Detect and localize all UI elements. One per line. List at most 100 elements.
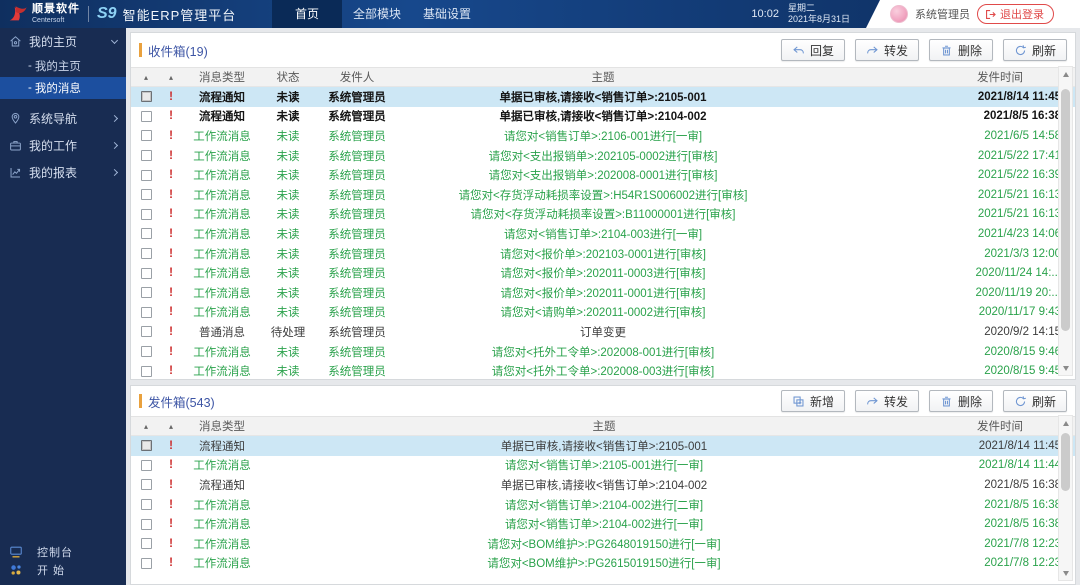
- sidebar-item-my-reports[interactable]: 我的报表: [0, 159, 126, 186]
- message-row[interactable]: !工作流消息未读系统管理员请您对<托外工令单>:202008-001进行[审核]…: [131, 342, 1075, 362]
- nav-tab-basic-settings[interactable]: 基础设置: [412, 0, 482, 28]
- column-header-subject[interactable]: 主题: [263, 418, 945, 434]
- column-header-sender[interactable]: 发件人: [313, 69, 401, 85]
- delete-button[interactable]: 删除: [929, 390, 993, 412]
- priority-flag-icon: !: [161, 150, 181, 162]
- row-checkbox[interactable]: [141, 499, 152, 510]
- message-row[interactable]: !工作流消息未读系统管理员请您对<报价单>:202103-0001进行[审核]2…: [131, 244, 1075, 264]
- column-header-time[interactable]: 发件时间: [945, 69, 1075, 85]
- column-header-status[interactable]: 状态: [263, 69, 313, 85]
- message-row[interactable]: !工作流消息未读系统管理员请您对<托外工令单>:202008-003进行[审核]…: [131, 361, 1075, 381]
- row-checkbox[interactable]: [141, 307, 152, 318]
- row-checkbox[interactable]: [141, 366, 152, 377]
- message-row[interactable]: !流程通知单据已审核,请接收<销售订单>:2105-0012021/8/14 1…: [131, 436, 1075, 456]
- sidebar-item-my-work[interactable]: 我的工作: [0, 132, 126, 159]
- scroll-up-icon[interactable]: [1059, 416, 1072, 430]
- row-checkbox[interactable]: [141, 460, 152, 471]
- forward-button[interactable]: 转发: [855, 39, 919, 61]
- message-row[interactable]: !工作流消息请您对<BOM维护>:PG2648019150进行[一审]2021/…: [131, 534, 1075, 554]
- row-checkbox[interactable]: [141, 150, 152, 161]
- console-label: 控制台: [37, 544, 73, 560]
- message-time: 2020/11/24 14:...: [945, 267, 1075, 279]
- row-checkbox[interactable]: [141, 189, 152, 200]
- message-row[interactable]: !工作流消息未读系统管理员请您对<销售订单>:2106-001进行[一审]202…: [131, 126, 1075, 146]
- row-checkbox[interactable]: [141, 170, 152, 181]
- message-row[interactable]: !工作流消息未读系统管理员请您对<存货浮动耗损率设置>:B11000001进行[…: [131, 205, 1075, 225]
- message-sender: 系统管理员: [313, 344, 401, 360]
- scroll-thumb[interactable]: [1061, 89, 1070, 331]
- sort-icon[interactable]: ▴: [144, 422, 148, 431]
- message-sender: 系统管理员: [313, 148, 401, 164]
- outbox-scrollbar[interactable]: [1058, 415, 1073, 581]
- scroll-down-icon[interactable]: [1059, 361, 1072, 375]
- console-button[interactable]: 控制台: [0, 543, 126, 561]
- sort-icon[interactable]: ▴: [144, 73, 148, 82]
- row-checkbox[interactable]: [141, 209, 152, 220]
- app-logo: 顺景软件 Centersoft S9 智能ERP管理平台: [0, 0, 272, 28]
- new-button[interactable]: 新增: [781, 390, 845, 412]
- row-checkbox[interactable]: [141, 248, 152, 259]
- message-status: 未读: [263, 304, 313, 320]
- nav-tab-all-modules[interactable]: 全部模块: [342, 0, 412, 28]
- forward-button[interactable]: 转发: [855, 390, 919, 412]
- forward-label: 转发: [884, 42, 908, 59]
- message-row[interactable]: !工作流消息未读系统管理员请您对<支出报销单>:202105-0002进行[审核…: [131, 146, 1075, 166]
- message-status: 未读: [263, 148, 313, 164]
- message-row[interactable]: !工作流消息请您对<销售订单>:2104-002进行[二审]2021/8/5 1…: [131, 495, 1075, 515]
- row-checkbox[interactable]: [141, 558, 152, 569]
- refresh-button[interactable]: 刷新: [1003, 390, 1067, 412]
- start-button[interactable]: 开 始: [0, 561, 126, 579]
- priority-flag-icon: !: [161, 440, 181, 452]
- row-checkbox[interactable]: [141, 111, 152, 122]
- exclamation-icon: !: [169, 479, 173, 491]
- sidebar-subitem-my-home[interactable]: 我的主页: [0, 55, 126, 77]
- message-row[interactable]: !工作流消息未读系统管理员请您对<支出报销单>:202008-0001进行[审核…: [131, 165, 1075, 185]
- row-checkbox[interactable]: [141, 130, 152, 141]
- message-row[interactable]: !工作流消息请您对<销售订单>:2105-001进行[一审]2021/8/14 …: [131, 456, 1075, 476]
- row-checkbox[interactable]: [141, 268, 152, 279]
- message-row[interactable]: !工作流消息未读系统管理员请您对<报价单>:202011-0003进行[审核]2…: [131, 263, 1075, 283]
- row-checkbox-cell: [131, 460, 161, 471]
- sort-icon[interactable]: ▴: [169, 73, 173, 82]
- refresh-button[interactable]: 刷新: [1003, 39, 1067, 61]
- message-subject: 请您对<BOM维护>:PG2648019150进行[一审]: [263, 536, 945, 552]
- message-row[interactable]: !工作流消息请您对<销售订单>:2104-002进行[一审]2021/8/5 1…: [131, 514, 1075, 534]
- column-header-subject[interactable]: 主题: [401, 69, 945, 85]
- column-header-type[interactable]: 消息类型: [181, 69, 263, 85]
- scroll-down-icon[interactable]: [1059, 566, 1072, 580]
- row-checkbox[interactable]: [141, 519, 152, 530]
- column-header-time[interactable]: 发件时间: [945, 418, 1075, 434]
- sidebar-item-my-home[interactable]: 我的主页: [0, 28, 126, 55]
- message-type: 工作流消息: [181, 206, 263, 222]
- logout-button[interactable]: 退出登录: [977, 4, 1054, 24]
- message-row[interactable]: !工作流消息未读系统管理员请您对<销售订单>:2104-003进行[一审]202…: [131, 224, 1075, 244]
- message-row[interactable]: !工作流消息未读系统管理员请您对<存货浮动耗损率设置>:H54R1S006002…: [131, 185, 1075, 205]
- scroll-thumb[interactable]: [1061, 433, 1070, 491]
- sort-icon[interactable]: ▴: [169, 422, 173, 431]
- nav-tab-home[interactable]: 首页: [272, 0, 342, 28]
- exclamation-icon: !: [169, 365, 173, 377]
- inbox-scrollbar[interactable]: [1058, 66, 1073, 376]
- message-row[interactable]: !工作流消息请您对<BOM维护>:PG2615019150进行[一审]2021/…: [131, 554, 1075, 574]
- delete-button[interactable]: 删除: [929, 39, 993, 61]
- row-checkbox[interactable]: [141, 91, 152, 102]
- row-checkbox[interactable]: [141, 440, 152, 451]
- row-checkbox[interactable]: [141, 538, 152, 549]
- message-row[interactable]: !流程通知未读系统管理员单据已审核,请接收<销售订单>:2104-0022021…: [131, 107, 1075, 127]
- message-row[interactable]: !流程通知未读系统管理员单据已审核,请接收<销售订单>:2105-0012021…: [131, 87, 1075, 107]
- row-checkbox[interactable]: [141, 228, 152, 239]
- row-checkbox[interactable]: [141, 287, 152, 298]
- sidebar-item-system-nav[interactable]: 系统导航: [0, 105, 126, 132]
- message-row[interactable]: !工作流消息未读系统管理员请您对<请购单>:202011-0002进行[审核]2…: [131, 303, 1075, 323]
- row-checkbox[interactable]: [141, 326, 152, 337]
- scroll-up-icon[interactable]: [1059, 67, 1072, 81]
- message-sender: 系统管理员: [313, 265, 401, 281]
- message-row[interactable]: !工作流消息未读系统管理员请您对<报价单>:202011-0001进行[审核]2…: [131, 283, 1075, 303]
- message-row[interactable]: !流程通知单据已审核,请接收<销售订单>:2104-0022021/8/5 16…: [131, 475, 1075, 495]
- row-checkbox[interactable]: [141, 346, 152, 357]
- row-checkbox[interactable]: [141, 479, 152, 490]
- message-row[interactable]: !普通消息待处理系统管理员订单变更2020/9/2 14:15: [131, 322, 1075, 342]
- sidebar-subitem-my-messages[interactable]: 我的消息: [0, 77, 126, 99]
- column-header-type[interactable]: 消息类型: [181, 418, 263, 434]
- reply-button[interactable]: 回复: [781, 39, 845, 61]
